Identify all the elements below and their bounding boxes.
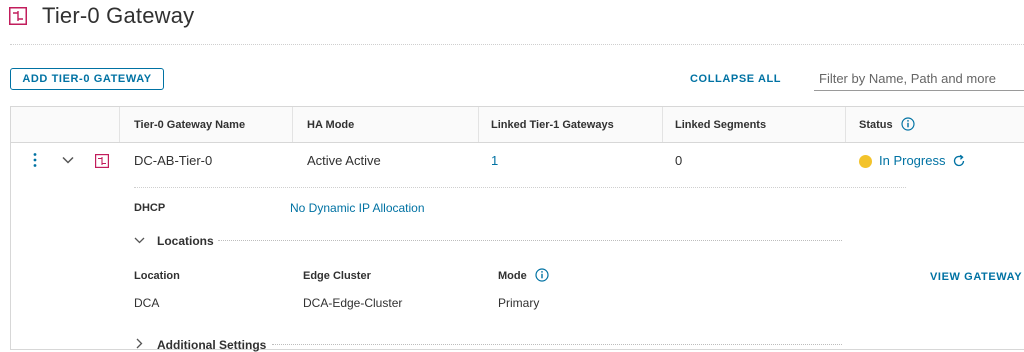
row-divider	[134, 187, 906, 188]
locations-column-location: Location	[134, 270, 180, 282]
info-icon[interactable]	[901, 117, 915, 131]
info-icon[interactable]	[535, 268, 549, 282]
chevron-right-icon[interactable]	[136, 338, 143, 349]
edge-cluster-value: DCA-Edge-Cluster	[303, 296, 403, 310]
linked-segments-value: 0	[675, 153, 683, 168]
locations-section-title[interactable]: Locations	[157, 234, 214, 248]
locations-column-mode: Mode	[498, 268, 549, 282]
column-header-linked-tier1[interactable]: Linked Tier-1 Gateways	[491, 119, 614, 131]
section-divider	[272, 344, 842, 345]
dhcp-label: DHCP	[134, 202, 166, 214]
location-value: DCA	[134, 296, 160, 310]
filter-input[interactable]	[814, 67, 1024, 91]
refresh-icon[interactable]	[952, 154, 966, 168]
header-separator	[845, 107, 846, 142]
tier0-gateway-icon	[95, 154, 109, 168]
ha-mode-value: Active Active	[307, 153, 381, 168]
gateway-name: DC-AB-Tier-0	[134, 153, 213, 168]
status-text: In Progress	[879, 153, 946, 168]
locations-column-edge-cluster: Edge Cluster	[303, 270, 371, 282]
additional-settings-section-title[interactable]: Additional Settings	[157, 338, 266, 352]
vertical-ellipsis-icon[interactable]	[33, 152, 37, 168]
header-separator	[478, 107, 479, 142]
add-tier0-gateway-button[interactable]: ADD TIER-0 GATEWAY	[10, 68, 164, 90]
header-separator	[662, 107, 663, 142]
status-indicator	[859, 155, 872, 168]
chevron-down-icon[interactable]	[62, 156, 74, 164]
chevron-down-icon[interactable]	[134, 237, 145, 244]
column-header-status[interactable]: Status	[859, 117, 915, 131]
title-divider	[10, 44, 1024, 45]
locations-column-mode-label: Mode	[498, 270, 527, 282]
collapse-all-button[interactable]: COLLAPSE ALL	[690, 73, 781, 85]
column-header-status-label: Status	[859, 119, 893, 131]
page-title: Tier-0 Gateway	[42, 3, 195, 28]
dhcp-value-link[interactable]: No Dynamic IP Allocation	[290, 201, 425, 215]
header-separator	[119, 107, 120, 142]
view-gateway-button[interactable]: VIEW GATEWAY	[930, 271, 1022, 283]
section-divider	[218, 240, 842, 241]
linked-tier1-link[interactable]: 1	[491, 153, 498, 168]
column-header-name[interactable]: Tier-0 Gateway Name	[134, 119, 245, 131]
header-separator	[292, 107, 293, 142]
mode-value: Primary	[498, 296, 540, 310]
column-header-ha-mode[interactable]: HA Mode	[307, 119, 354, 131]
column-header-linked-segments[interactable]: Linked Segments	[675, 119, 766, 131]
tier0-gateway-icon	[9, 7, 27, 25]
